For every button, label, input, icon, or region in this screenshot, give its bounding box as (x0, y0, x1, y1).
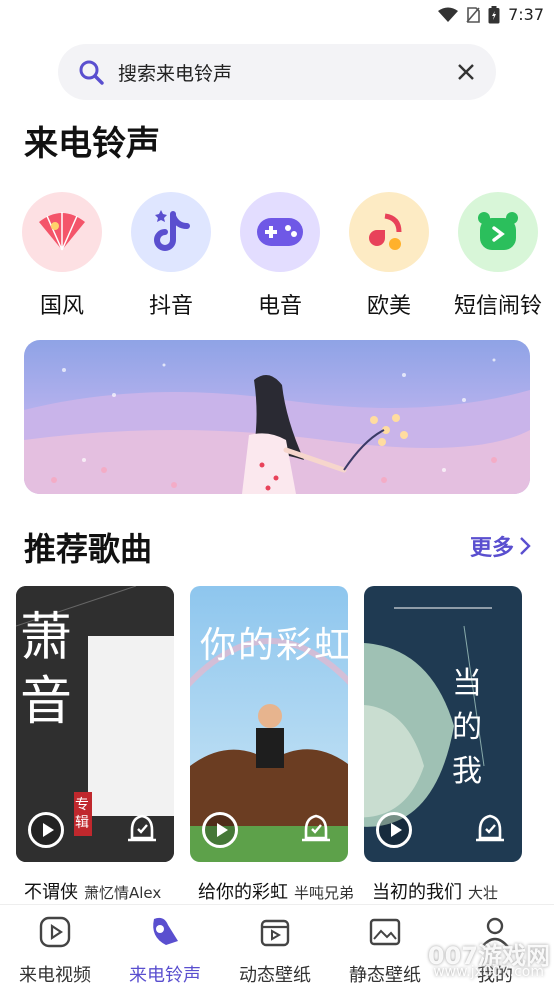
category-label: 电音 (257, 294, 302, 319)
nav-item-call-video[interactable]: 来电视频 (0, 915, 110, 987)
category-dianyin[interactable]: 电音 (230, 192, 330, 320)
category-oumei[interactable]: 欧美 (339, 192, 439, 320)
section-title: 推荐歌曲 (24, 530, 153, 568)
ringtone-icon (153, 917, 178, 945)
song-name: 不谓侠 (24, 882, 78, 903)
watermark-url: www.jx007.com (433, 964, 544, 980)
search-bar[interactable]: 搜索来电铃声 (58, 44, 496, 100)
play-button[interactable] (28, 812, 64, 848)
battery-icon (488, 5, 500, 23)
cover-title: 萧音 (20, 608, 73, 732)
wifi-icon (438, 7, 459, 22)
song-name: 当初的我们 (372, 882, 462, 903)
no-sim-icon (466, 6, 480, 23)
page-title: 来电铃声 (24, 124, 160, 164)
nav-item-static-wallpaper[interactable]: 静态壁纸 (330, 915, 440, 987)
song-artist: 萧忆情Alex (84, 884, 162, 902)
category-douyin[interactable]: 抖音 (121, 192, 221, 320)
search-icon (79, 60, 104, 85)
song-artist: 半吨兄弟 (294, 884, 355, 902)
clapper-icon (260, 919, 290, 947)
category-label: 国风 (39, 294, 84, 319)
song-artist: 大壮 (468, 884, 499, 902)
set-ringtone-icon[interactable] (124, 812, 160, 848)
status-bar: 7:37 (0, 0, 554, 30)
category-label: 欧美 (366, 294, 411, 319)
chevron-right-icon (520, 537, 531, 555)
gamepad-icon (240, 192, 320, 272)
play-button[interactable] (376, 812, 412, 848)
nav-label: 静态壁纸 (349, 965, 421, 986)
nav-label: 动态壁纸 (239, 965, 311, 986)
close-icon[interactable] (456, 62, 476, 82)
search-input[interactable]: 搜索来电铃声 (118, 59, 456, 86)
folding-fan-icon (22, 192, 102, 272)
set-ringtone-icon[interactable] (298, 812, 334, 848)
category-label: 短信闹铃 (453, 294, 542, 319)
song-caption[interactable]: 当初的我们 大壮 (372, 878, 498, 904)
song-caption[interactable]: 不谓侠 萧忆情Alex (24, 878, 161, 904)
featured-banner[interactable] (24, 340, 530, 494)
nav-label: 来电视频 (19, 965, 91, 986)
nav-item-live-wallpaper[interactable]: 动态壁纸 (220, 915, 330, 987)
status-time: 7:37 (508, 5, 544, 24)
cover-title: 你的彩虹 (200, 625, 348, 666)
category-sms-alarm[interactable]: 短信闹铃 (448, 192, 548, 320)
song-card[interactable]: 当的我 (364, 586, 522, 862)
more-link[interactable]: 更多 (470, 530, 532, 562)
category-guofeng[interactable]: 国风 (12, 192, 112, 320)
play-video-icon (39, 916, 71, 948)
song-caption[interactable]: 给你的彩虹 半吨兄弟 (198, 878, 354, 904)
picture-icon (369, 918, 401, 946)
more-label: 更多 (469, 536, 514, 561)
set-ringtone-icon[interactable] (472, 812, 508, 848)
song-name: 给你的彩虹 (198, 882, 288, 903)
category-label: 抖音 (148, 294, 193, 319)
alarm-clock-icon (458, 192, 538, 272)
nav-label: 来电铃声 (129, 965, 201, 986)
cover-title: 当的我 (452, 666, 482, 789)
album-badge: 专辑 (75, 797, 89, 831)
play-button[interactable] (202, 812, 238, 848)
song-card[interactable]: 萧音 专辑 (16, 586, 174, 862)
tiktok-note-icon (131, 192, 211, 272)
song-card[interactable]: 你的彩虹 (190, 586, 348, 862)
category-row: 国风 抖音 电音 欧美 短信闹铃 (0, 192, 554, 322)
nav-item-ringtone[interactable]: 来电铃声 (110, 915, 220, 987)
music-note-icon (349, 192, 429, 272)
